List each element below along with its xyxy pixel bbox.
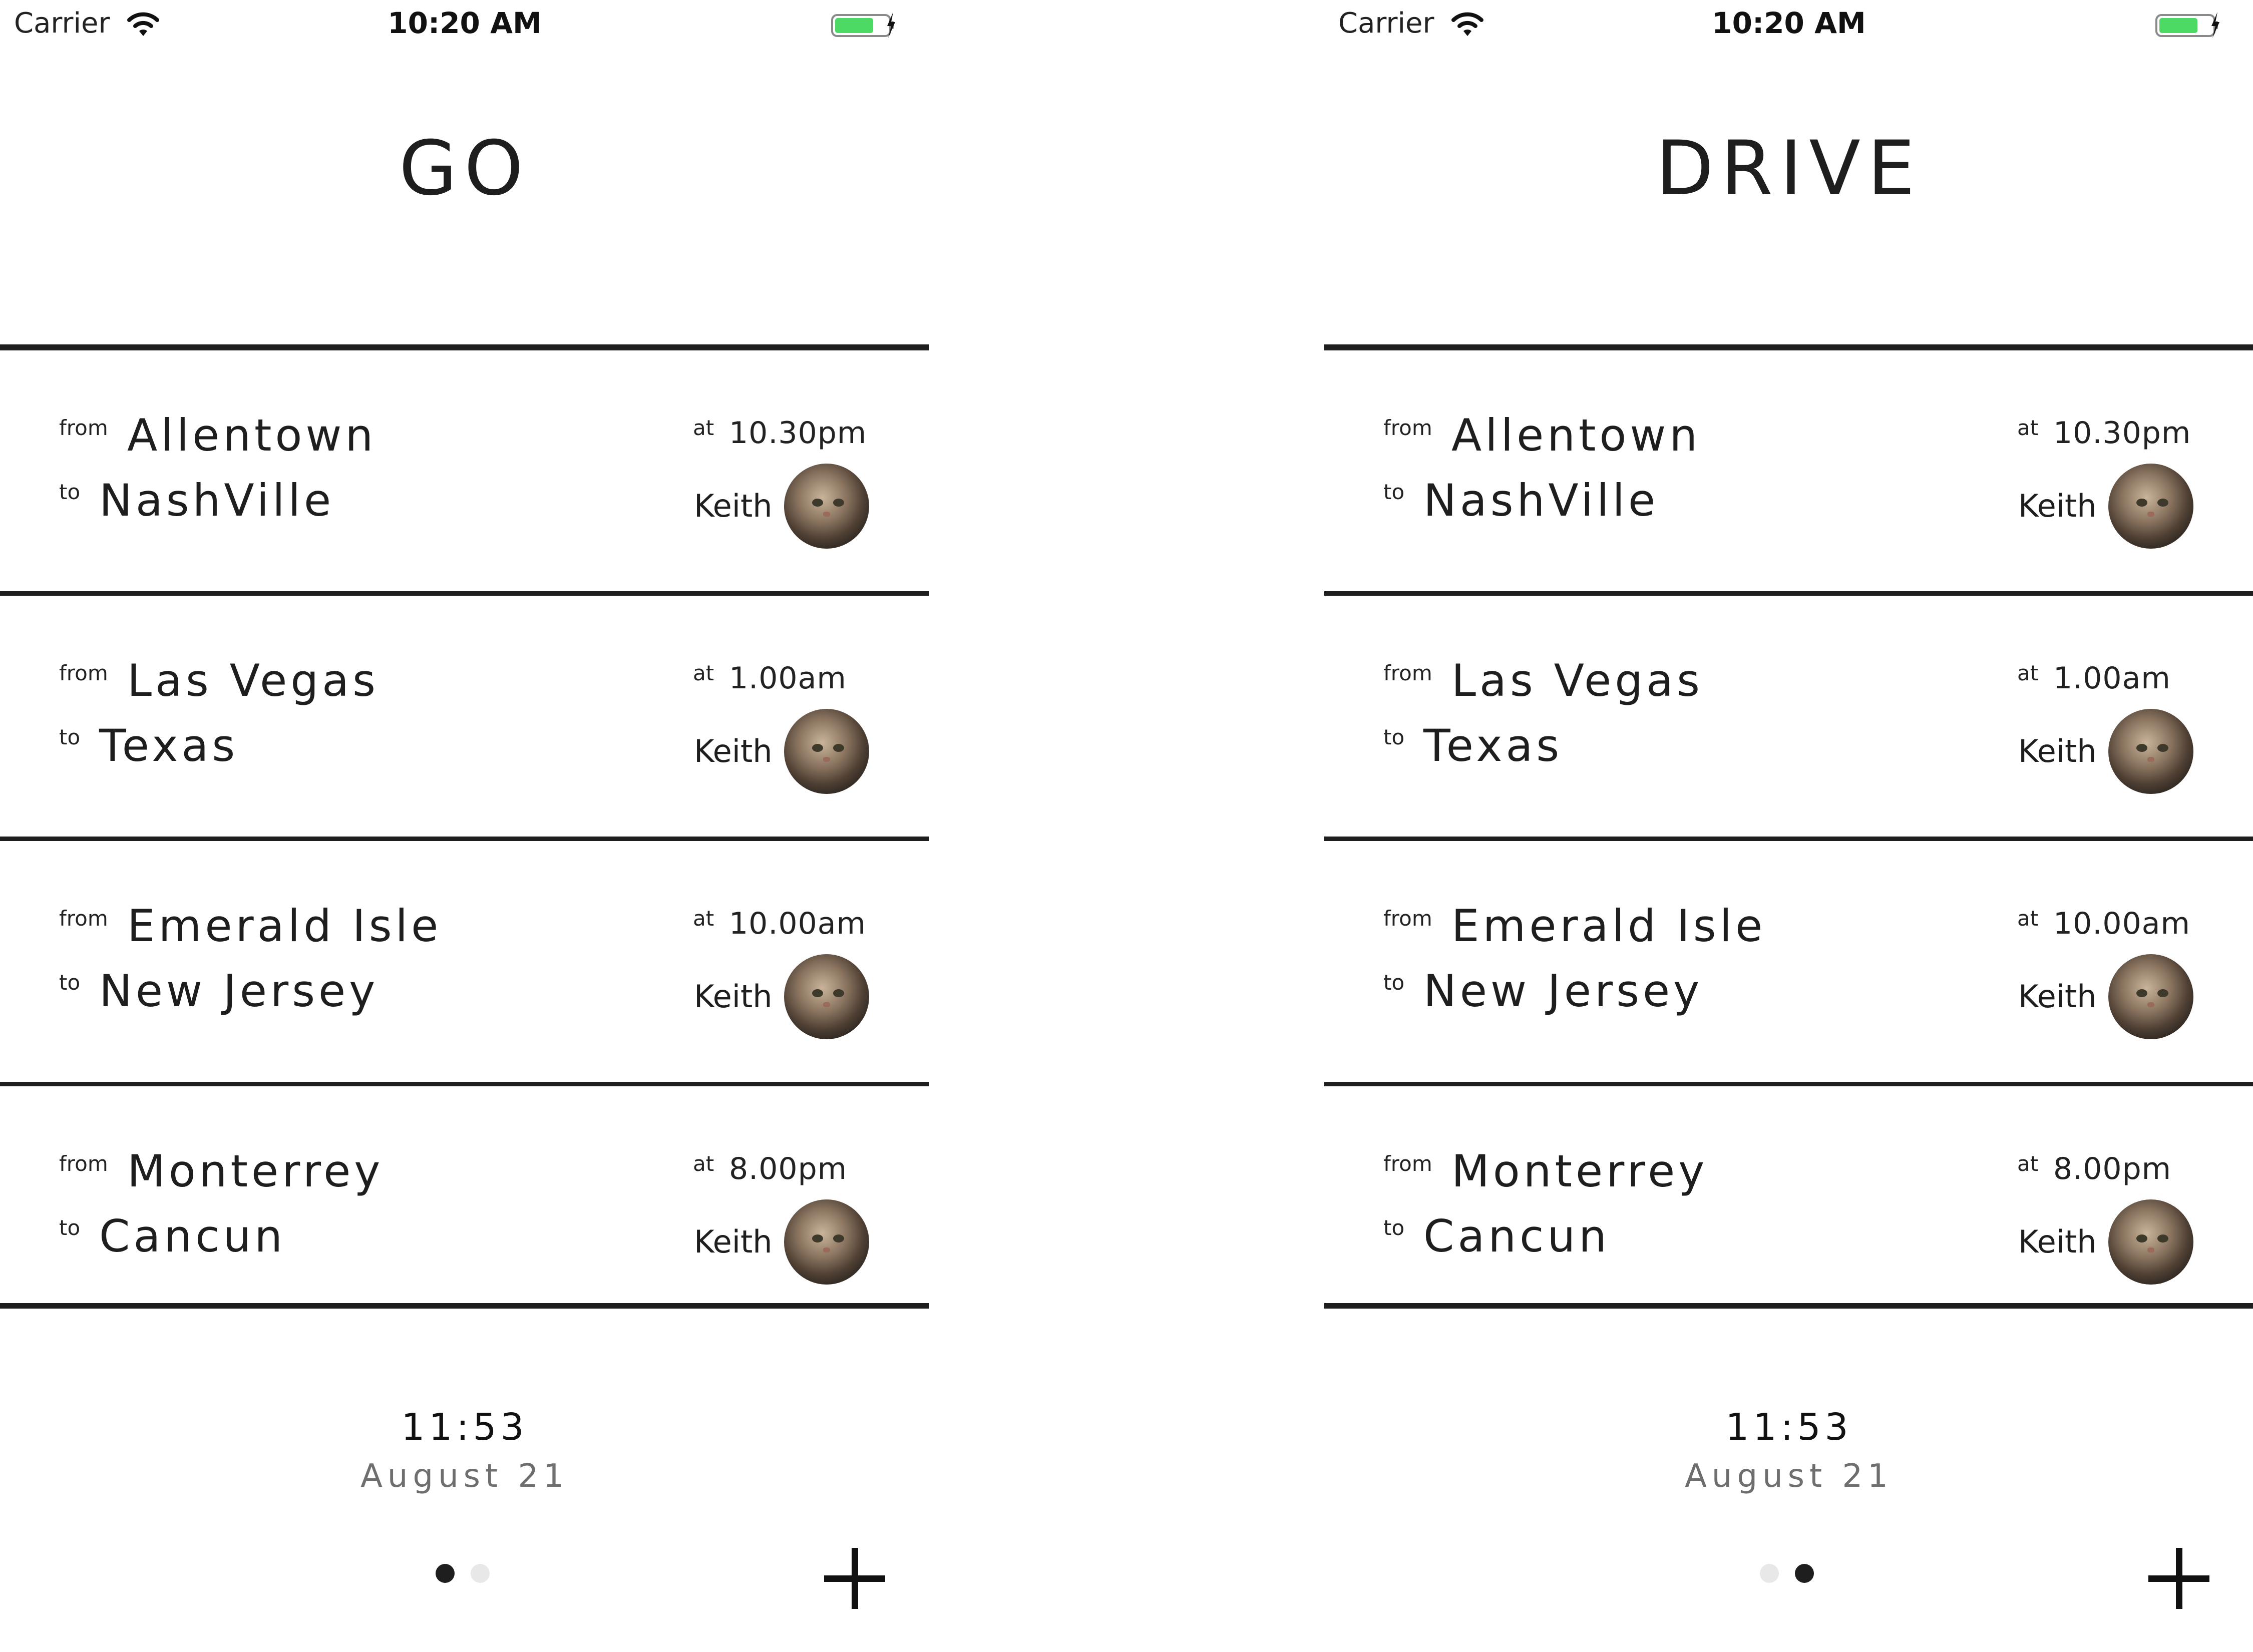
driver-name: Keith (694, 488, 773, 524)
trip-row[interactable]: from Allentown to NashVille at 10.30pm K… (0, 350, 929, 596)
driver-name: Keith (2018, 978, 2097, 1015)
driver-avatar[interactable] (2108, 1199, 2193, 1285)
page-dot-active[interactable] (436, 1564, 455, 1583)
trip-time: 8.00pm (2053, 1151, 2172, 1186)
trip-list: from Allentown to NashVille at 10.30pm K… (1324, 344, 2253, 1309)
trip-time: 10.00am (2053, 906, 2190, 941)
page-indicator[interactable] (436, 1564, 496, 1584)
to-city: Cancun (1423, 1210, 1611, 1262)
to-label: to (1383, 480, 1405, 504)
driver-avatar[interactable] (784, 464, 869, 549)
status-clock: 10:20 AM (388, 6, 542, 40)
from-label: from (59, 906, 108, 931)
plus-icon-stroke (2176, 1548, 2182, 1609)
page-indicator[interactable] (1760, 1564, 1820, 1584)
at-label: at (693, 1151, 714, 1176)
to-label: to (59, 480, 81, 504)
from-label: from (1383, 906, 1432, 931)
from-label: from (59, 661, 108, 685)
driver-avatar[interactable] (2108, 954, 2193, 1039)
plus-icon-stroke (852, 1548, 858, 1609)
trip-time: 10.30pm (2053, 416, 2191, 451)
from-city: Emerald Isle (1451, 900, 1766, 952)
driver-avatar[interactable] (784, 1199, 869, 1285)
to-city: Texas (1423, 720, 1563, 771)
to-city: NashVille (1423, 475, 1659, 526)
page-dot-active[interactable] (1795, 1564, 1814, 1583)
from-city: Allentown (1451, 409, 1701, 461)
drive-screen: Carrier 10:20 AM DRIVE from Allentown to… (1324, 0, 2253, 1652)
trip-time: 1.00am (2053, 661, 2171, 696)
to-label: to (59, 970, 81, 995)
battery-icon (2155, 12, 2219, 38)
driver-name: Keith (2018, 488, 2097, 524)
trip-row[interactable]: from Emerald Isle to New Jersey at 10.00… (0, 841, 929, 1086)
battery-icon (831, 12, 895, 38)
go-screen: Carrier 10:20 AM GO from Allentown to Na… (0, 0, 929, 1652)
from-city: Allentown (127, 409, 377, 461)
trip-row[interactable]: from Monterrey to Cancun at 8.00pm Keith (1324, 1086, 2253, 1309)
trip-row[interactable]: from Las Vegas to Texas at 1.00am Keith (0, 596, 929, 841)
to-label: to (59, 1215, 81, 1240)
to-label: to (59, 725, 81, 749)
trip-row[interactable]: from Emerald Isle to New Jersey at 10.00… (1324, 841, 2253, 1086)
from-city: Monterrey (1451, 1145, 1708, 1197)
driver-name: Keith (694, 733, 773, 769)
from-city: Las Vegas (127, 655, 379, 706)
to-city: New Jersey (99, 965, 379, 1017)
trip-time: 1.00am (729, 661, 847, 696)
footer-time: 11:53 (1725, 1406, 1852, 1449)
status-bar: Carrier 10:20 AM (1324, 0, 2253, 50)
add-trip-button[interactable] (2148, 1548, 2209, 1609)
trip-time: 8.00pm (729, 1151, 848, 1186)
driver-name: Keith (2018, 1223, 2097, 1260)
footer-date: August 21 (1685, 1458, 1893, 1495)
driver-avatar[interactable] (784, 709, 869, 794)
footer-date: August 21 (360, 1458, 569, 1495)
from-label: from (1383, 1151, 1432, 1176)
driver-avatar[interactable] (2108, 464, 2193, 549)
from-label: from (59, 1151, 108, 1176)
driver-avatar[interactable] (784, 954, 869, 1039)
to-city: Cancun (99, 1210, 286, 1262)
from-label: from (1383, 661, 1432, 685)
page-title: DRIVE (1656, 125, 1922, 212)
to-label: to (1383, 970, 1405, 995)
driver-name: Keith (2018, 733, 2097, 769)
to-label: to (1383, 1215, 1405, 1240)
status-clock: 10:20 AM (1712, 6, 1866, 40)
from-city: Emerald Isle (127, 900, 442, 952)
trip-list: from Allentown to NashVille at 10.30pm K… (0, 344, 929, 1309)
to-city: New Jersey (1423, 965, 1703, 1017)
from-city: Monterrey (127, 1145, 384, 1197)
from-label: from (1383, 416, 1432, 440)
trip-time: 10.00am (729, 906, 866, 941)
driver-name: Keith (694, 1223, 773, 1260)
trip-row[interactable]: from Monterrey to Cancun at 8.00pm Keith (0, 1086, 929, 1309)
at-label: at (2017, 906, 2039, 931)
status-bar: Carrier 10:20 AM (0, 0, 929, 50)
at-label: at (693, 661, 714, 685)
footer-time: 11:53 (401, 1406, 528, 1449)
from-city: Las Vegas (1451, 655, 1703, 706)
at-label: at (2017, 661, 2039, 685)
at-label: at (693, 906, 714, 931)
page-dot[interactable] (471, 1564, 490, 1583)
at-label: at (693, 416, 714, 440)
to-city: Texas (99, 720, 239, 771)
trip-time: 10.30pm (729, 416, 867, 451)
at-label: at (2017, 1151, 2039, 1176)
to-city: NashVille (99, 475, 335, 526)
page-title: GO (399, 125, 531, 212)
trip-row[interactable]: from Las Vegas to Texas at 1.00am Keith (1324, 596, 2253, 841)
trip-row[interactable]: from Allentown to NashVille at 10.30pm K… (1324, 350, 2253, 596)
at-label: at (2017, 416, 2039, 440)
driver-avatar[interactable] (2108, 709, 2193, 794)
driver-name: Keith (694, 978, 773, 1015)
add-trip-button[interactable] (824, 1548, 885, 1609)
page-dot[interactable] (1760, 1564, 1779, 1583)
to-label: to (1383, 725, 1405, 749)
from-label: from (59, 416, 108, 440)
